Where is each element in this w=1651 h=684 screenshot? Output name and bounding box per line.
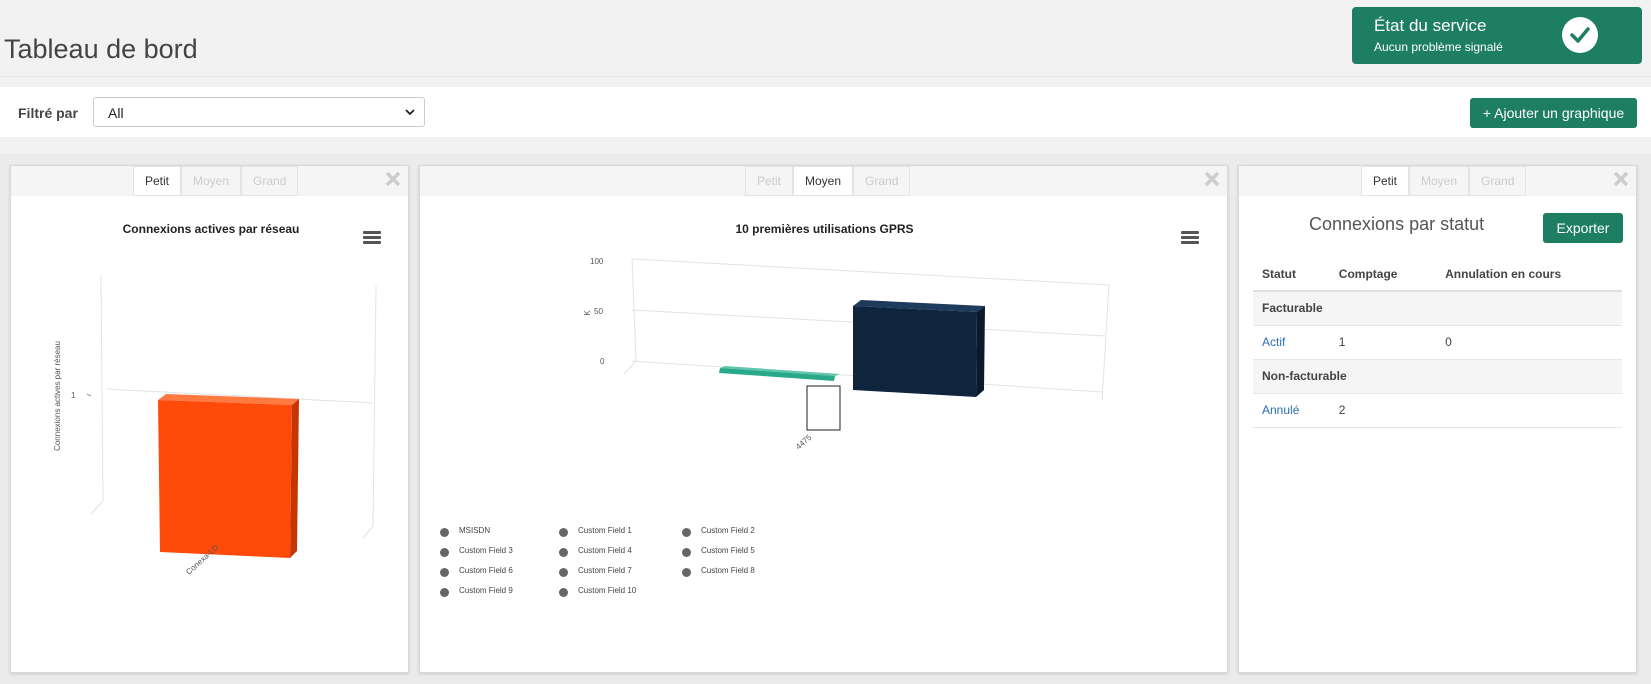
legend-label: Custom Field 1 <box>578 526 632 535</box>
count-cell: 2 <box>1329 393 1437 428</box>
pending-cell: 0 <box>1436 325 1622 360</box>
legend-marker-icon <box>440 548 449 557</box>
legend-label: Custom Field 3 <box>459 546 513 555</box>
group-label: Facturable <box>1253 291 1622 326</box>
bar-conexa-ld <box>158 394 299 558</box>
tooltip-box <box>806 385 841 431</box>
tab-size-medium[interactable]: Moyen <box>793 166 854 196</box>
legend-marker-icon <box>559 528 568 537</box>
tab-size-medium[interactable]: Moyen <box>1409 166 1470 196</box>
service-status-subtitle: Aucun problème signalé <box>1374 40 1503 54</box>
legend-marker-icon <box>440 588 449 597</box>
column-header: Annulation en cours <box>1436 257 1622 292</box>
y-tick-label: 0 <box>600 357 605 366</box>
table-group-row: Facturable <box>1253 291 1622 326</box>
page-title: Tableau de bord <box>4 34 198 64</box>
pending-cell <box>1436 393 1622 428</box>
gprs-chart-panel: Petit Moyen Grand 10 premières utilisati… <box>419 165 1228 673</box>
size-tabs: Petit Moyen Grand <box>133 166 299 196</box>
y-tick-label: 50 <box>594 307 603 316</box>
export-button[interactable]: Exporter <box>1543 213 1623 243</box>
y-tick-label: 100 <box>590 257 604 266</box>
column-header: Statut <box>1253 257 1330 292</box>
gprs-chart: 100 50 0 K 4475 <box>583 257 1110 451</box>
y-axis-label: Connexions actives par réseau <box>53 341 62 451</box>
count-cell: 1 <box>1329 325 1437 360</box>
legend-marker-icon <box>440 568 449 577</box>
tab-size-large[interactable]: Grand <box>1469 166 1527 196</box>
add-chart-button[interactable]: + Ajouter un graphique <box>1470 98 1637 128</box>
x-category-label: 4475 <box>794 432 814 451</box>
legend-label: MSISDN <box>459 526 491 535</box>
y-tick-label: 1 <box>71 391 76 400</box>
service-status-title: État du service <box>1374 16 1487 35</box>
legend-marker-icon <box>682 568 691 577</box>
status-table: Statut Comptage Annulation en cours Fact… <box>1253 257 1622 428</box>
legend-marker-icon <box>682 528 691 537</box>
network-chart-panel: Petit Moyen Grand Connexions actives par… <box>10 165 409 673</box>
size-tabs: Petit Moyen Grand <box>745 166 911 196</box>
filter-label: Filtré par <box>18 105 78 121</box>
tab-size-large[interactable]: Grand <box>853 166 911 196</box>
check-circle-icon <box>1562 17 1598 53</box>
legend-label: Custom Field 8 <box>701 566 755 575</box>
legend-label: Custom Field 4 <box>578 546 632 555</box>
header-divider <box>0 76 1651 77</box>
legend-label: Custom Field 2 <box>701 526 755 535</box>
legend-label: Custom Field 7 <box>578 566 632 575</box>
group-label: Non-facturable <box>1253 359 1622 394</box>
table-header-row: Statut Comptage Annulation en cours <box>1253 257 1622 292</box>
legend-marker-icon <box>559 568 568 577</box>
table-row: Annulé 2 <box>1253 393 1622 428</box>
legend-marker-icon <box>682 548 691 557</box>
tab-size-small[interactable]: Petit <box>1361 166 1410 196</box>
legend-label: Custom Field 9 <box>459 586 513 595</box>
close-icon[interactable] <box>1612 170 1630 188</box>
tab-size-large[interactable]: Grand <box>241 166 299 196</box>
filter-select-value: All <box>108 105 124 121</box>
service-status-banner[interactable]: État du service Aucun problème signalé <box>1352 7 1642 64</box>
size-tabs: Petit Moyen Grand <box>1361 166 1527 196</box>
status-table-panel: Petit Moyen Grand Connexions par statut … <box>1238 165 1637 673</box>
legend-label: Custom Field 6 <box>459 566 513 575</box>
legend-label: Custom Field 10 <box>578 586 637 595</box>
status-panel-title: Connexions par statut <box>1309 214 1485 234</box>
tab-size-medium[interactable]: Moyen <box>181 166 242 196</box>
y-tick-mark <box>86 393 92 397</box>
network-chart: 1 Connexions actives par réseau Conexa-L… <box>53 275 377 577</box>
table-row: Actif 1 0 <box>1253 325 1622 360</box>
legend-marker-icon <box>440 528 449 537</box>
legend-label: Custom Field 5 <box>701 546 755 555</box>
filter-select[interactable]: All <box>93 97 425 127</box>
table-group-row: Non-facturable <box>1253 359 1622 394</box>
status-link[interactable]: Annulé <box>1262 403 1299 417</box>
bar-series-1 <box>719 366 840 381</box>
column-header: Comptage <box>1329 257 1437 292</box>
legend-marker-icon <box>559 588 568 597</box>
bar-series-2 <box>853 300 985 397</box>
tab-size-small[interactable]: Petit <box>133 166 182 196</box>
filter-bar: Filtré par All + Ajouter un graphique <box>0 87 1651 137</box>
close-icon[interactable] <box>384 170 402 188</box>
close-icon[interactable] <box>1203 170 1221 188</box>
status-link[interactable]: Actif <box>1262 335 1285 349</box>
chevron-down-icon <box>405 109 415 116</box>
legend-marker-icon <box>559 548 568 557</box>
tab-size-small[interactable]: Petit <box>745 166 794 196</box>
y-axis-label: K <box>583 310 592 316</box>
